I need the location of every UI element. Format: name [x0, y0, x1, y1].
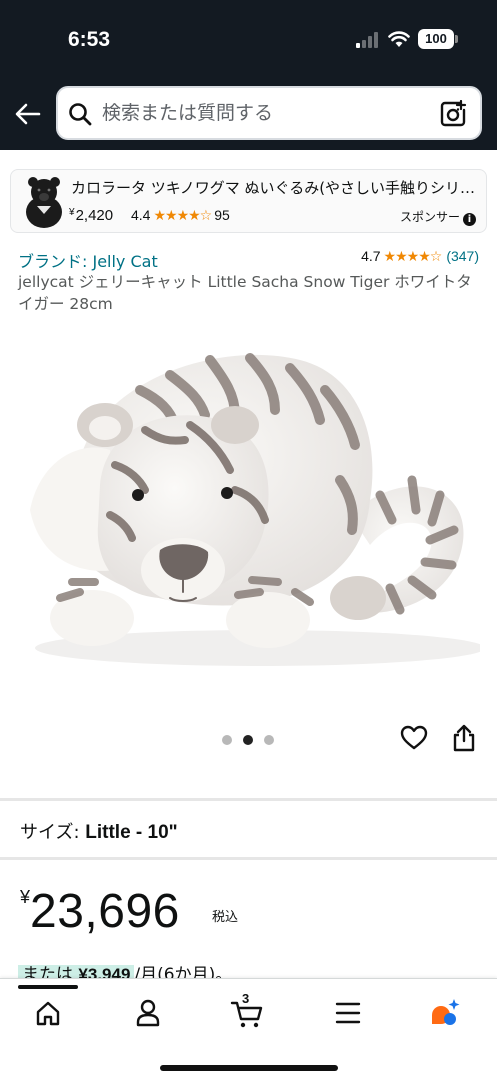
cart-count-badge: 3 — [242, 991, 250, 1006]
search-icon — [69, 103, 92, 126]
wifi-icon — [388, 31, 410, 47]
cellular-signal-icon — [356, 32, 378, 48]
battery-tip — [455, 35, 458, 43]
status-time: 6:53 — [68, 28, 111, 51]
star-rating-icon: ★★★★☆ — [153, 207, 212, 223]
sponsored-product-title[interactable]: カロラータ ツキノワグマ ぬいぐるみ(やさしい手触りシリーズ) — [71, 177, 481, 198]
camera-search-icon[interactable] — [440, 100, 468, 128]
carousel-dot-active[interactable] — [243, 735, 253, 745]
sponsored-label-text: スポンサー — [399, 210, 460, 224]
sponsored-review-count: 95 — [214, 207, 230, 223]
info-icon[interactable]: i — [463, 213, 476, 226]
sponsored-product-price: ¥2,420 — [69, 207, 113, 224]
cart-button[interactable]: 3 — [226, 991, 270, 1031]
carousel-dot[interactable] — [222, 735, 232, 745]
sponsored-rating-value: 4.4 — [131, 207, 151, 223]
currency-symbol: ¥ — [69, 207, 75, 218]
product-rating[interactable]: 4.7 ★★★★☆ (347) — [361, 248, 479, 265]
price-value: 23,696 — [30, 885, 180, 938]
share-icon[interactable] — [451, 724, 477, 752]
active-tab-indicator — [18, 985, 78, 989]
system-home-indicator[interactable] — [160, 1065, 338, 1071]
top-bar: 6:53 100 — [0, 0, 497, 150]
sponsored-price-value: 2,420 — [75, 207, 114, 224]
heart-icon[interactable] — [400, 724, 428, 752]
currency-symbol: ¥ — [20, 887, 31, 907]
sponsored-label[interactable]: スポンサー i — [400, 208, 476, 226]
back-arrow-icon[interactable] — [14, 100, 42, 128]
account-icon[interactable] — [126, 995, 170, 1031]
home-icon[interactable] — [26, 995, 70, 1031]
menu-icon[interactable] — [326, 995, 370, 1031]
tax-included-note: 税込 — [212, 910, 239, 925]
carousel-dot[interactable] — [264, 735, 274, 745]
brand-link[interactable]: ブランド: Jelly Cat — [18, 248, 158, 272]
sponsored-product-rating: 4.4 ★★★★☆ 95 — [131, 207, 230, 224]
product-title: jellycat ジェリーキャット Little Sacha Snow Tige… — [18, 273, 472, 313]
product-price: ¥23,696 — [20, 884, 180, 939]
product-image[interactable] — [20, 330, 480, 675]
review-count-link[interactable]: (347) — [446, 248, 479, 264]
section-divider — [0, 798, 497, 801]
section-divider — [0, 857, 497, 860]
sponsored-product-card[interactable]: カロラータ ツキノワグマ ぬいぐるみ(やさしい手触りシリーズ) ¥2,420 4… — [10, 169, 487, 233]
star-rating-icon: ★★★★☆ — [383, 248, 443, 264]
search-bar[interactable] — [56, 86, 482, 140]
rufus-assistant-icon[interactable] — [420, 995, 464, 1031]
rating-value: 4.7 — [361, 248, 381, 264]
size-value: Little - 10" — [85, 822, 178, 843]
size-selector[interactable]: サイズ: Little - 10" — [20, 818, 178, 844]
bottom-navigation: 3 — [0, 978, 497, 1080]
image-carousel-indicator[interactable] — [222, 734, 276, 746]
search-input[interactable] — [102, 88, 422, 138]
sponsored-product-thumbnail — [26, 177, 62, 228]
battery-icon: 100 — [418, 29, 454, 49]
size-label: サイズ: — [20, 822, 86, 843]
